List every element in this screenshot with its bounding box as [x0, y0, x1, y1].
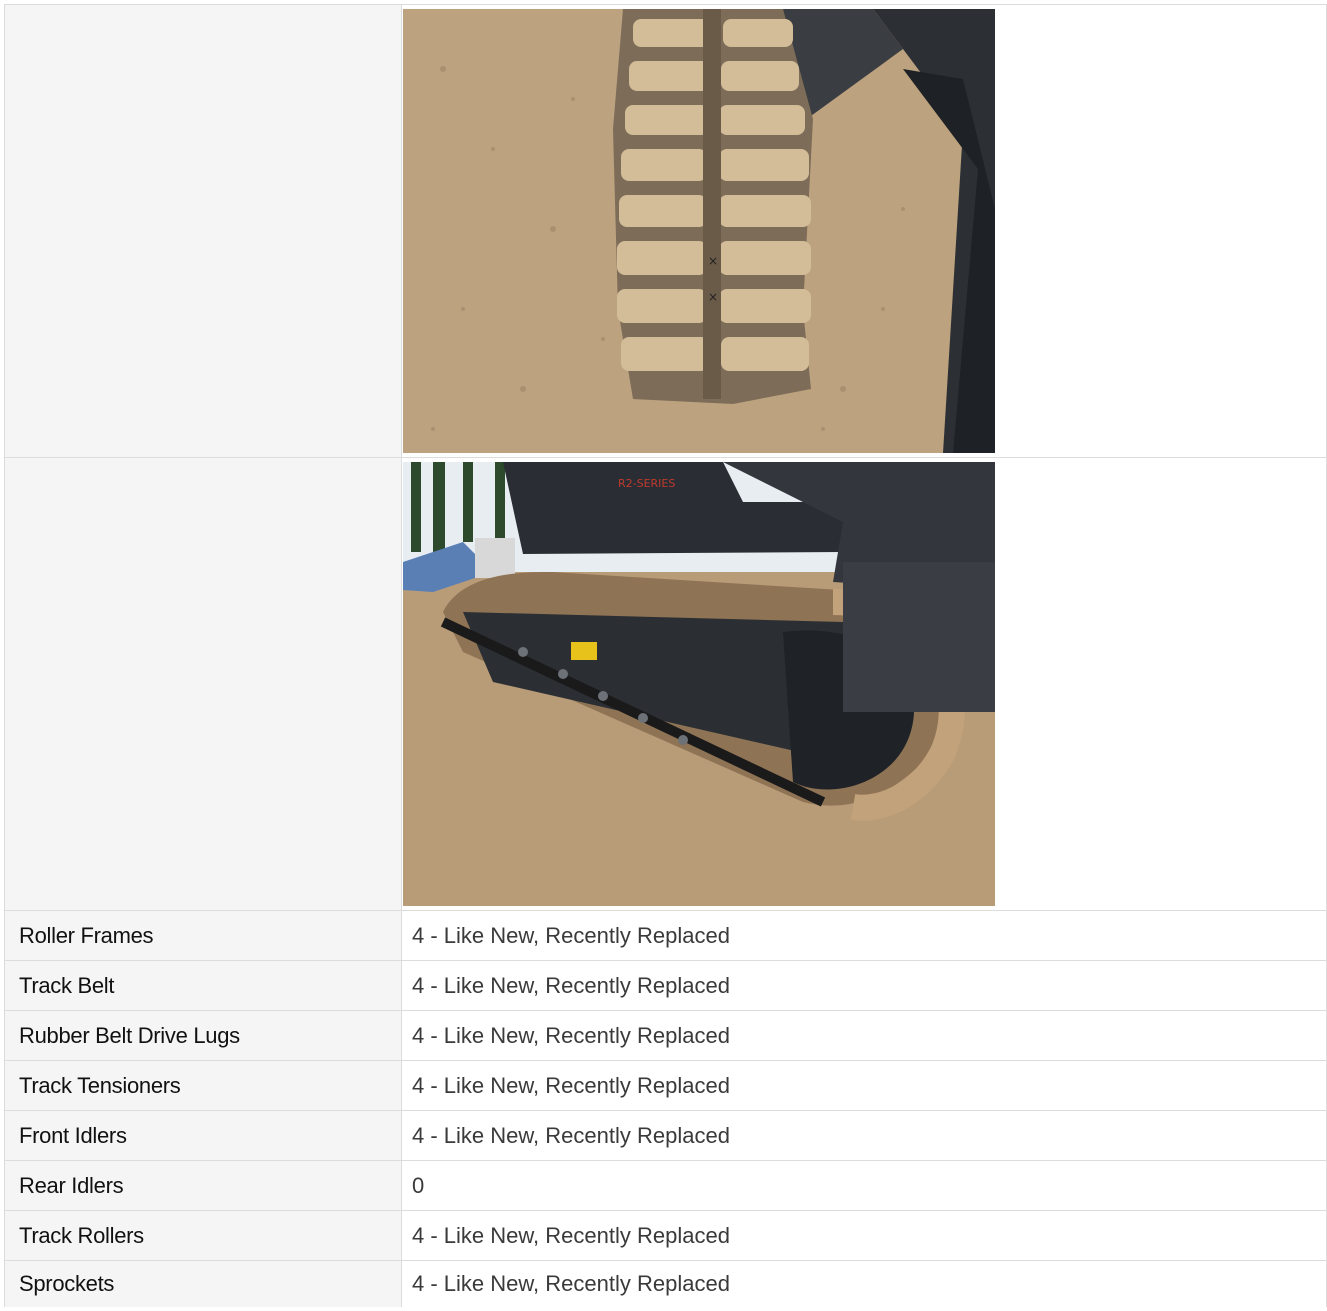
- row-label: Track Belt: [4, 960, 402, 1011]
- photo-label-cell: [4, 4, 402, 458]
- photo-label-cell: [4, 457, 402, 911]
- row-label: Rear Idlers: [4, 1160, 402, 1211]
- photo-cell: R2-SERIES: [401, 457, 1327, 911]
- undercarriage-photo[interactable]: R2-SERIES: [403, 462, 995, 906]
- table-row: Sprockets 4 - Like New, Recently Replace…: [4, 1260, 1327, 1307]
- row-value: 4 - Like New, Recently Replaced: [401, 1260, 1327, 1307]
- row-label: Rubber Belt Drive Lugs: [4, 1010, 402, 1061]
- table-row: Track Belt 4 - Like New, Recently Replac…: [4, 960, 1327, 1011]
- row-label: Roller Frames: [4, 910, 402, 961]
- row-label: Track Tensioners: [4, 1060, 402, 1111]
- row-value: 4 - Like New, Recently Replaced: [401, 960, 1327, 1011]
- svg-text:×: ×: [708, 290, 718, 304]
- table-row: Rubber Belt Drive Lugs 4 - Like New, Rec…: [4, 1010, 1327, 1061]
- inspection-table: × × R2-SERIES Roller Frames 4 - Like New…: [4, 4, 1327, 1307]
- table-row: Front Idlers 4 - Like New, Recently Repl…: [4, 1110, 1327, 1161]
- table-row: Roller Frames 4 - Like New, Recently Rep…: [4, 910, 1327, 961]
- photo-row: R2-SERIES: [4, 457, 1327, 911]
- row-label: Track Rollers: [4, 1210, 402, 1261]
- table-row: Track Tensioners 4 - Like New, Recently …: [4, 1060, 1327, 1111]
- row-value: 4 - Like New, Recently Replaced: [401, 1060, 1327, 1111]
- row-value: 4 - Like New, Recently Replaced: [401, 910, 1327, 961]
- photo-row: × ×: [4, 4, 1327, 458]
- row-value: 4 - Like New, Recently Replaced: [401, 1010, 1327, 1061]
- table-row: Track Rollers 4 - Like New, Recently Rep…: [4, 1210, 1327, 1261]
- table-row: Rear Idlers 0: [4, 1160, 1327, 1211]
- row-value: 4 - Like New, Recently Replaced: [401, 1210, 1327, 1261]
- svg-text:×: ×: [708, 254, 718, 268]
- svg-text:R2-SERIES: R2-SERIES: [618, 477, 675, 490]
- row-value: 4 - Like New, Recently Replaced: [401, 1110, 1327, 1161]
- row-value: 0: [401, 1160, 1327, 1211]
- track-top-photo[interactable]: × ×: [403, 9, 995, 453]
- row-label: Sprockets: [4, 1260, 402, 1307]
- row-label: Front Idlers: [4, 1110, 402, 1161]
- photo-cell: × ×: [401, 4, 1327, 458]
